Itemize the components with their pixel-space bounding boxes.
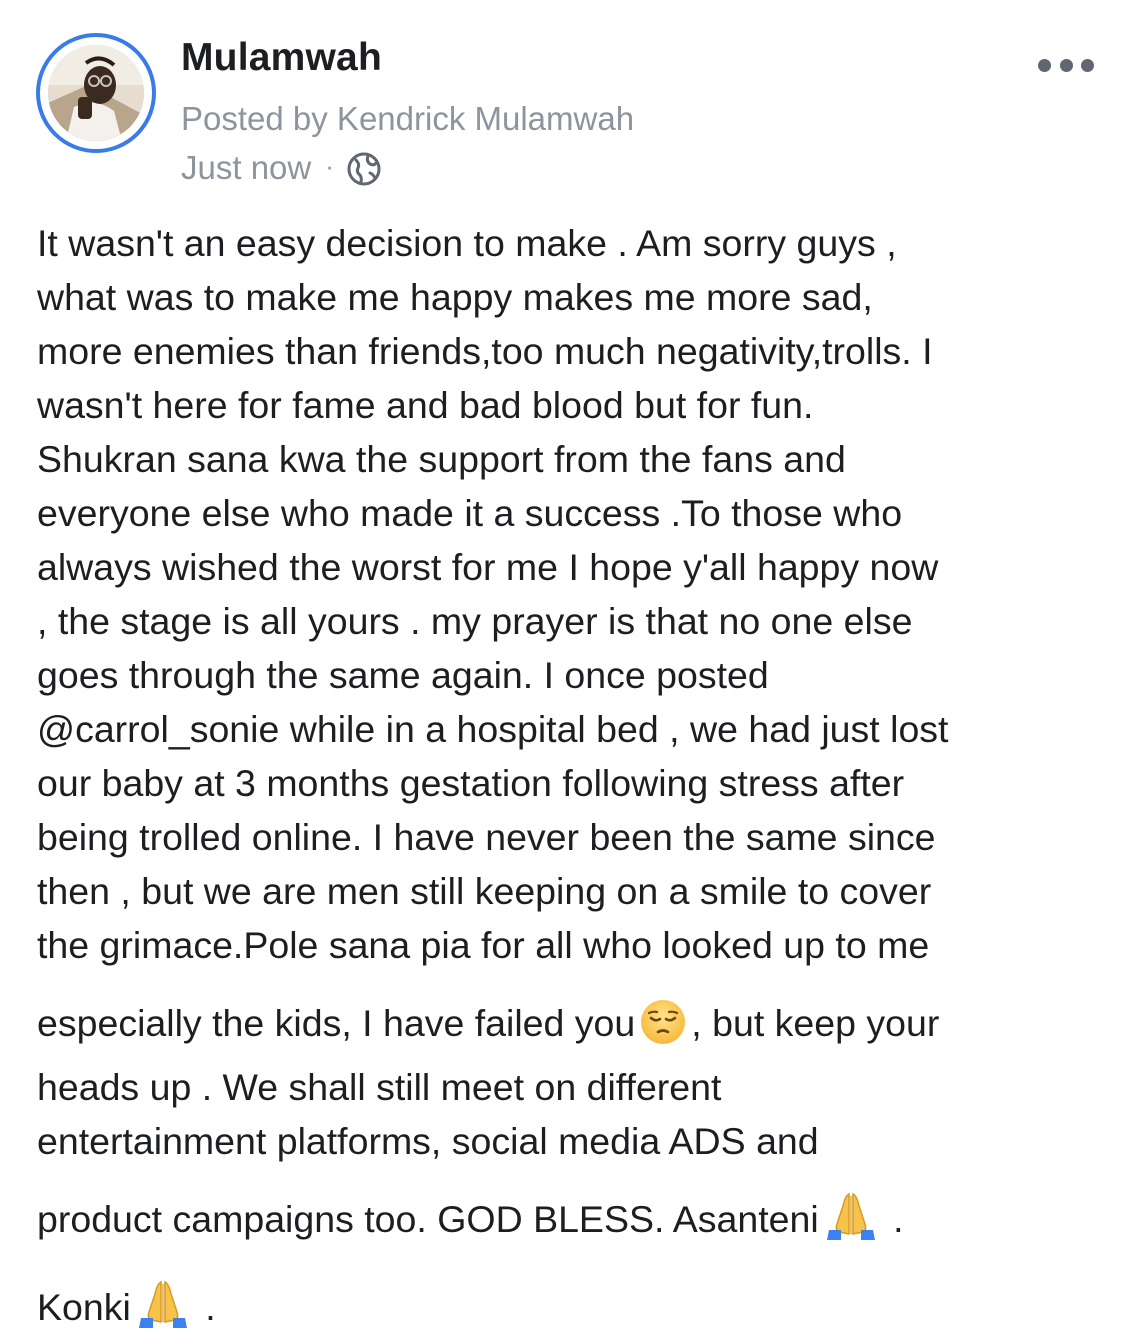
more-dot bbox=[1081, 58, 1094, 72]
post-header: Mulamwah Posted by Kendrick Mulamwah Jus… bbox=[0, 0, 1125, 200]
meta-separator: · bbox=[325, 150, 334, 181]
globe-icon[interactable] bbox=[346, 151, 382, 187]
page-name-link[interactable]: Mulamwah bbox=[181, 36, 382, 80]
post-body-part: It wasn't an easy decision to make . Am … bbox=[37, 222, 949, 966]
post-body-part: . bbox=[194, 1286, 216, 1328]
more-options-icon[interactable] bbox=[1038, 52, 1094, 78]
avatar-image bbox=[48, 45, 144, 141]
folded-hands-emoji bbox=[135, 1278, 191, 1344]
avatar-ring[interactable] bbox=[36, 33, 156, 153]
timestamp-link[interactable]: Just now bbox=[181, 149, 311, 187]
post-body-part: product campaigns too. GOD BLESS. Asante… bbox=[37, 1198, 819, 1240]
avatar[interactable] bbox=[48, 45, 144, 141]
pensive-face-emoji bbox=[639, 998, 687, 1060]
post-body-part: Konki bbox=[37, 1286, 131, 1328]
posted-by-label: Posted by Kendrick Mulamwah bbox=[181, 100, 635, 137]
post-body-part: especially the kids, I have failed you bbox=[37, 1002, 636, 1044]
more-dot bbox=[1059, 58, 1073, 72]
more-dot bbox=[1038, 58, 1051, 72]
post-meta: Just now · bbox=[181, 148, 382, 188]
facebook-post: Mulamwah Posted by Kendrick Mulamwah Jus… bbox=[0, 0, 1125, 1328]
folded-hands-emoji bbox=[823, 1190, 879, 1256]
post-body-part: . bbox=[893, 1198, 904, 1240]
post-body: It wasn't an easy decision to make . Am … bbox=[37, 216, 1097, 1344]
